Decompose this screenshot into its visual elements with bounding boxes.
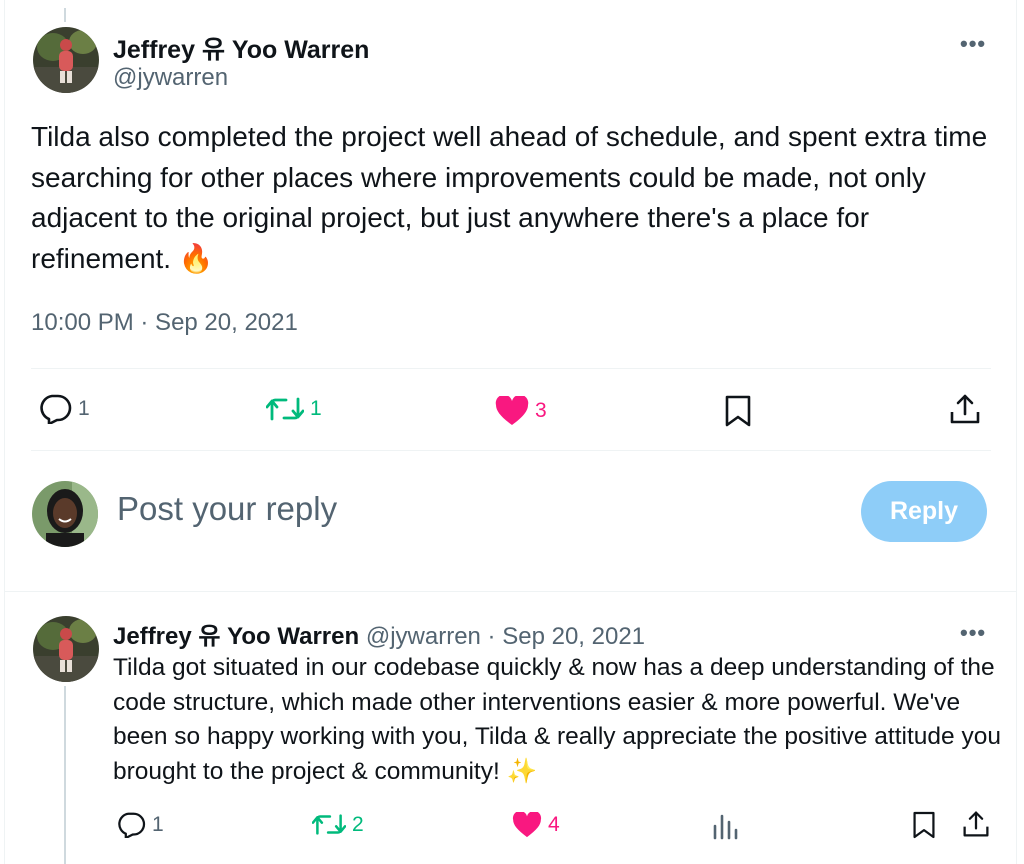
bookmark-icon [912,811,936,839]
author-handle[interactable]: @jywarren [113,64,228,92]
thread-connector-line [64,686,66,864]
like-action-button[interactable]: 3 [495,396,547,426]
tweet-thread-page: Jeffrey 유 Yoo Warren @jywarren ••• Tilda… [0,0,1024,864]
reply-header: Jeffrey 유 Yoo Warren @jywarren · Sep 20,… [113,616,645,651]
retweet-icon [266,395,304,423]
tweet-text: Tilda also completed the project well ah… [31,121,988,274]
reply-views-action-button[interactable] [711,812,739,840]
reply-bookmark-action-button[interactable] [912,811,936,839]
reply-reply-action-button[interactable]: 1 [116,812,164,838]
reply-icon [38,394,72,424]
reply-like-action-button[interactable]: 4 [512,812,560,838]
thread-connector-top [64,8,66,22]
reply-author-handle[interactable]: @jywarren [366,623,481,650]
author-avatar[interactable] [33,27,99,93]
reply-separator: · [480,623,503,650]
current-user-avatar[interactable] [32,481,98,547]
bookmark-icon [724,395,752,427]
reply-submit-button[interactable]: Reply [861,481,987,542]
share-upload-icon [962,810,990,838]
reply-retweet-count: 2 [352,812,364,836]
more-options-icon[interactable]: ••• [960,31,986,57]
reply-tweet-text: Tilda got situated in our codebase quick… [113,654,1001,785]
reply-share-action-button[interactable] [962,810,990,838]
reply-more-options-icon[interactable]: ••• [960,620,986,646]
reply-icon [116,812,146,838]
heart-filled-icon [512,812,542,838]
bar-chart-icon [711,812,739,840]
bookmark-action-button[interactable] [724,395,752,427]
reply-author-avatar[interactable] [33,616,99,682]
tweet-timestamp[interactable]: 10:00 PM · Sep 20, 2021 [31,309,298,337]
reply-retweet-action-button[interactable]: 2 [312,812,364,837]
frame-border-left [4,0,5,864]
share-action-button[interactable] [949,393,981,425]
reply-reply-count: 1 [152,813,164,836]
divider-top-actions [31,368,991,369]
heart-filled-icon [495,396,529,426]
like-count: 3 [535,399,547,422]
reply-date[interactable]: Sep 20, 2021 [502,623,645,650]
reply-like-count: 4 [548,813,560,836]
author-name[interactable]: Jeffrey 유 Yoo Warren [113,30,369,66]
retweet-icon [312,812,346,837]
reply-count: 1 [78,397,90,420]
retweet-action-button[interactable]: 1 [266,395,322,423]
retweet-count: 1 [310,397,322,420]
divider-reply-section [4,591,1016,592]
share-upload-icon [949,393,981,425]
reply-action-button[interactable]: 1 [38,394,90,424]
reply-input[interactable]: Post your reply [117,490,337,528]
frame-border-right [1016,0,1017,864]
reply-author-name[interactable]: Jeffrey 유 Yoo Warren [113,623,359,650]
divider-bottom-actions [31,450,991,451]
